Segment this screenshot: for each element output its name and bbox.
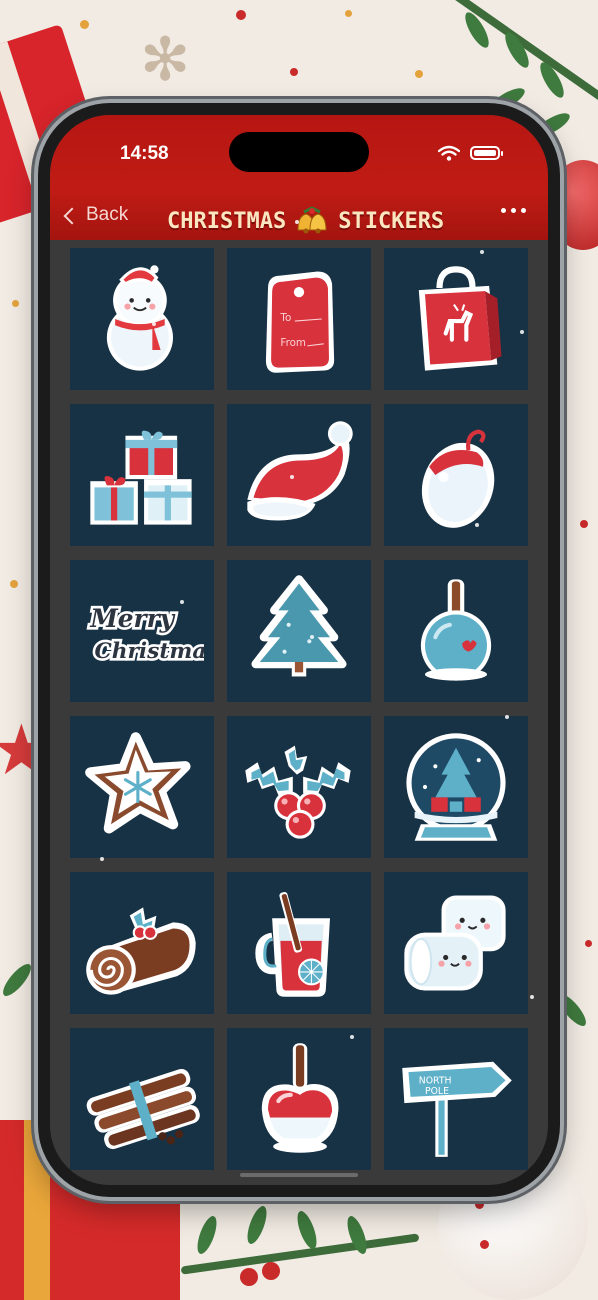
wifi-icon [438, 145, 460, 161]
header-bar: 14:58 Back CHRISTMAS STICKERS [50, 115, 548, 240]
merry-text: Merry [89, 604, 175, 633]
sticker-merry-christmas[interactable]: Merry Merry Christmas Christmas [70, 560, 214, 702]
sticker-gingerbread-star[interactable] [70, 716, 214, 858]
title-right: STICKERS [338, 208, 445, 234]
sticker-marshmallows[interactable] [384, 872, 528, 1014]
back-button[interactable]: Back [63, 204, 129, 226]
dynamic-island [229, 132, 369, 172]
sticker-candy-apple-red[interactable] [227, 1028, 371, 1170]
sticker-mulled-wine[interactable] [227, 872, 371, 1014]
back-label: Back [86, 204, 129, 225]
nav-bar: Back CHRISTMAS STICKERS [50, 190, 548, 236]
chevron-left-icon [63, 207, 81, 224]
phone-frame: 14:58 Back CHRISTMAS STICKERS To From Me… [38, 103, 560, 1197]
sticker-grid: To From Merry Merry Christm Christm NORT… [70, 248, 528, 1170]
status-icons [438, 145, 503, 161]
more-icon[interactable] [501, 208, 526, 213]
sticker-santa-hat[interactable] [227, 404, 371, 546]
home-indicator [240, 1173, 358, 1177]
sticker-snowman[interactable] [70, 248, 214, 390]
status-time: 14:58 [120, 143, 169, 164]
sticker-christmas-tree[interactable] [227, 560, 371, 702]
battery-icon [470, 146, 503, 160]
title-left: CHRISTMAS [167, 208, 287, 234]
sticker-snow-globe[interactable] [384, 716, 528, 858]
tag-to-text: To [279, 312, 291, 324]
sticker-gift-boxes[interactable] [70, 404, 214, 546]
sticker-cinnamon-sticks[interactable] [70, 1028, 214, 1170]
sticker-gift-tag[interactable]: To From [227, 248, 371, 390]
sticker-yule-log[interactable] [70, 872, 214, 1014]
sticker-candy-apple-blue[interactable] [384, 560, 528, 702]
sticker-shopping-bag[interactable] [384, 248, 528, 390]
snowflake-icon: ✻ [140, 25, 191, 95]
sticker-north-pole-sign[interactable]: NORTH POLE [384, 1028, 528, 1170]
christmas-text: Christmas [94, 639, 204, 664]
app-screen: 14:58 Back CHRISTMAS STICKERS To From Me… [50, 115, 548, 1185]
sticker-holly-berries[interactable] [227, 716, 371, 858]
sign-pole-text: POLE [425, 1086, 449, 1097]
tag-from-text: From [280, 337, 306, 349]
sticker-ornament[interactable] [384, 404, 528, 546]
page-title: CHRISTMAS STICKERS [167, 206, 444, 236]
